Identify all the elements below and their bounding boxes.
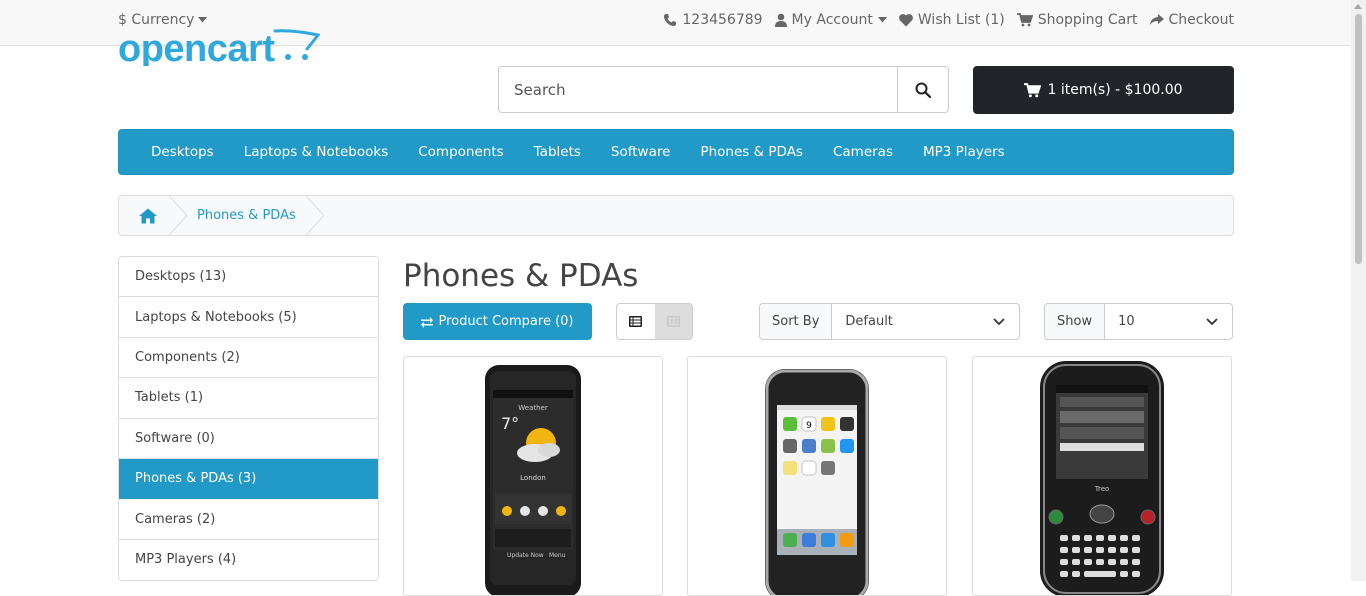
menu-item-tablets[interactable]: Tablets	[519, 144, 596, 160]
chevron-down-icon	[1206, 317, 1218, 326]
checkout-link[interactable]: Checkout	[1149, 12, 1235, 28]
category-phones[interactable]: Phones & PDAs (3)	[119, 458, 378, 500]
search-box	[498, 66, 949, 113]
heart-icon	[898, 13, 913, 27]
checkout-label: Checkout	[1168, 12, 1235, 28]
menu-item-laptops[interactable]: Laptops & Notebooks	[229, 144, 404, 160]
cart-total: 1 item(s) - $100.00	[1047, 82, 1183, 98]
svg-text:Weather: Weather	[518, 404, 548, 412]
menu-item-components[interactable]: Components	[403, 144, 518, 160]
category-desktops[interactable]: Desktops (13)	[119, 257, 378, 298]
svg-text:Treo: Treo	[1094, 485, 1110, 493]
show-select[interactable]: 10	[1105, 304, 1232, 339]
user-icon	[774, 13, 787, 27]
exchange-icon	[421, 316, 434, 328]
product-compare-label: Product Compare (0)	[438, 314, 574, 329]
htc-phone-image: Weather 7° London Update Now Menu	[485, 365, 581, 595]
scroll-up-arrow-icon[interactable]	[1354, 4, 1362, 9]
palm-treo-image: Treo	[1040, 361, 1164, 595]
list-icon	[629, 316, 643, 327]
sort-by-select[interactable]: Default	[832, 304, 1019, 339]
show-label: Show	[1045, 304, 1106, 339]
share-icon	[1149, 14, 1164, 26]
search-input[interactable]	[499, 67, 897, 112]
show-group: Show 10	[1044, 303, 1233, 340]
menu-item-software[interactable]: Software	[596, 144, 686, 160]
grid-view-button[interactable]	[654, 304, 692, 339]
category-components[interactable]: Components (2)	[119, 337, 378, 379]
phone-link[interactable]: 123456789	[663, 12, 763, 28]
chevron-down-icon	[993, 317, 1005, 326]
main-menu: Desktops Laptops & Notebooks Components …	[118, 129, 1234, 175]
svg-text:London: London	[520, 474, 546, 482]
sort-by-group: Sort By Default	[759, 303, 1020, 340]
cart-button[interactable]: 1 item(s) - $100.00	[973, 66, 1234, 114]
breadcrumb-home[interactable]	[119, 196, 187, 235]
sort-by-label: Sort By	[760, 304, 833, 339]
breadcrumb-separator	[305, 196, 324, 235]
product-card-palm[interactable]: Treo	[972, 356, 1232, 596]
search-icon	[915, 82, 931, 98]
menu-item-cameras[interactable]: Cameras	[818, 144, 908, 160]
product-compare-button[interactable]: Product Compare (0)	[403, 303, 592, 340]
shopping-cart-link[interactable]: Shopping Cart	[1016, 12, 1138, 28]
caret-down-icon	[198, 17, 208, 23]
iphone-image: 9	[765, 369, 869, 595]
my-account-dropdown[interactable]: My Account	[774, 12, 887, 28]
view-toggle	[616, 303, 693, 340]
product-card-iphone[interactable]: 9	[687, 356, 947, 596]
category-list: Desktops (13) Laptops & Notebooks (5) Co…	[118, 256, 379, 582]
svg-text:7°: 7°	[501, 414, 519, 433]
menu-item-mp3[interactable]: MP3 Players	[908, 144, 1020, 160]
product-card-htc[interactable]: Weather 7° London Update Now Menu	[403, 356, 663, 596]
svg-text:9: 9	[806, 421, 812, 431]
grid-icon	[666, 316, 680, 327]
wish-list-label: Wish List (1)	[917, 12, 1005, 28]
home-icon	[139, 208, 157, 224]
search-button[interactable]	[897, 67, 948, 112]
cart-icon	[1024, 82, 1042, 98]
show-value: 10	[1118, 314, 1135, 329]
svg-text:Update Now: Update Now	[507, 552, 544, 559]
phone-number: 123456789	[682, 12, 763, 28]
shopping-cart-label: Shopping Cart	[1037, 12, 1138, 28]
category-software[interactable]: Software (0)	[119, 418, 378, 459]
opencart-logo[interactable]: opencart	[118, 26, 321, 70]
svg-text:Menu: Menu	[549, 552, 566, 559]
breadcrumb-phones-label: Phones & PDAs	[197, 208, 296, 223]
list-view-button[interactable]	[617, 304, 655, 339]
page-scrollbar[interactable]	[1351, 0, 1366, 581]
category-cameras[interactable]: Cameras (2)	[119, 499, 378, 540]
breadcrumb-phones[interactable]: Phones & PDAs	[177, 196, 324, 235]
wish-list-link[interactable]: Wish List (1)	[898, 12, 1005, 28]
category-mp3[interactable]: MP3 Players (4)	[119, 539, 378, 581]
phone-icon	[663, 13, 677, 27]
category-laptops[interactable]: Laptops & Notebooks (5)	[119, 297, 378, 338]
menu-item-desktops[interactable]: Desktops	[136, 144, 229, 160]
sort-by-value: Default	[845, 314, 893, 329]
my-account-label: My Account	[791, 12, 873, 28]
logo-text: opencart	[118, 28, 275, 66]
caret-down-icon	[877, 17, 887, 23]
category-tablets[interactable]: Tablets (1)	[119, 378, 378, 419]
menu-item-phones[interactable]: Phones & PDAs	[685, 144, 818, 160]
page-title: Phones & PDAs	[403, 258, 639, 294]
breadcrumb: Phones & PDAs	[118, 195, 1234, 236]
scrollbar-thumb[interactable]	[1355, 14, 1362, 264]
cart-icon	[1016, 13, 1033, 27]
